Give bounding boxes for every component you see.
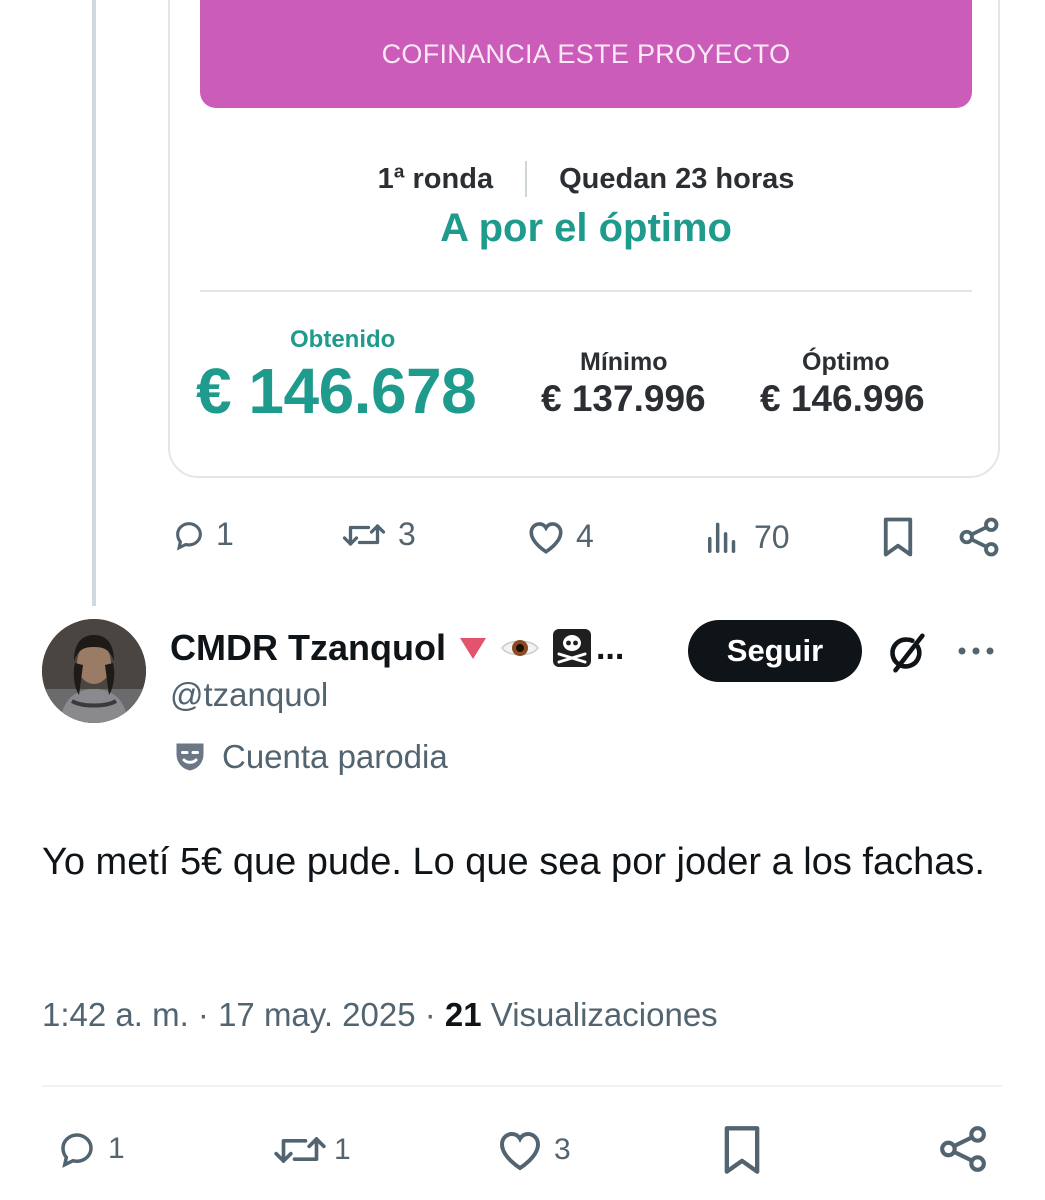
bookmark-icon xyxy=(883,517,913,557)
bookmark-button-top[interactable] xyxy=(880,516,916,558)
tweet-text: Yo metí 5€ que pude. Lo que sea por jode… xyxy=(42,841,985,883)
cofinance-button[interactable]: COFINANCIA ESTE PROYECTO xyxy=(200,0,972,108)
repost-icon xyxy=(274,1137,326,1163)
views-label: Visualizaciones xyxy=(481,996,718,1033)
grok-icon xyxy=(890,633,925,673)
reply-icon xyxy=(61,1133,93,1168)
reply-button-top[interactable]: 1 xyxy=(172,516,234,553)
views-button-top[interactable]: 70 xyxy=(704,518,790,556)
name-truncation: ... xyxy=(595,628,625,667)
bookmark-button[interactable] xyxy=(720,1124,764,1176)
round-separator xyxy=(525,161,528,197)
repost-count: 1 xyxy=(334,1133,351,1166)
metadata-divider xyxy=(42,1085,1002,1087)
views-count: 21 xyxy=(444,996,482,1033)
share-button-top[interactable] xyxy=(958,516,1000,558)
heart-icon xyxy=(499,1131,541,1171)
share-icon xyxy=(959,517,999,557)
skull-crossbones-icon xyxy=(552,629,591,667)
obtained-label: Obtenido xyxy=(290,326,396,353)
more-icon xyxy=(958,647,994,655)
reply-count: 1 xyxy=(108,1132,125,1165)
goal-heading: A por el óptimo xyxy=(440,206,732,250)
like-count-top: 4 xyxy=(576,518,594,554)
tweet-timestamp[interactable]: 1:42 a. m. · 17 may. 2025 · xyxy=(42,996,445,1033)
minimum-value: € 137.996 xyxy=(541,378,706,419)
grok-button[interactable] xyxy=(884,630,930,681)
like-count: 3 xyxy=(554,1133,571,1166)
views-icon xyxy=(708,522,736,553)
avatar[interactable] xyxy=(42,619,146,723)
share-icon xyxy=(940,1126,986,1172)
repost-button[interactable]: 1 xyxy=(270,1128,351,1172)
author-name[interactable]: CMDR Tzanquol xyxy=(170,627,446,669)
eye-icon xyxy=(501,640,539,656)
name-emojis xyxy=(458,628,592,668)
round-info: 1ª ronda Quedan 23 horas xyxy=(200,158,972,200)
parody-account-label: Cuenta parodia xyxy=(172,738,448,776)
minimum-label: Mínimo xyxy=(580,348,668,376)
author-handle[interactable]: @tzanquol xyxy=(170,676,328,714)
optimum-value: € 146.996 xyxy=(760,378,925,419)
like-button-top[interactable]: 4 xyxy=(526,518,594,555)
repost-button-top[interactable]: 3 xyxy=(340,516,416,553)
heart-icon xyxy=(529,521,563,554)
parody-mask-icon xyxy=(176,743,204,771)
red-triangle-icon xyxy=(459,638,486,659)
reply-count-top: 1 xyxy=(216,516,234,552)
card-divider xyxy=(200,290,972,292)
thread-line xyxy=(92,0,96,606)
parody-text: Cuenta parodia xyxy=(222,738,448,775)
reply-icon xyxy=(176,521,202,551)
round-label: 1ª ronda xyxy=(377,162,494,195)
follow-button[interactable]: Seguir xyxy=(688,620,862,682)
share-button[interactable] xyxy=(938,1124,988,1174)
reply-button[interactable]: 1 xyxy=(56,1128,125,1170)
time-left-label: Quedan 23 horas xyxy=(559,162,795,195)
optimum-label: Óptimo xyxy=(802,348,890,376)
like-button[interactable]: 3 xyxy=(496,1128,571,1172)
author-name-row[interactable]: CMDR Tzanquol ... xyxy=(170,626,624,670)
views-count-top: 70 xyxy=(754,518,790,555)
repost-count-top: 3 xyxy=(398,516,416,552)
more-options-button[interactable] xyxy=(955,630,997,677)
bookmark-icon xyxy=(724,1126,760,1174)
repost-icon xyxy=(342,523,386,546)
tweet-metadata: 1:42 a. m. · 17 may. 2025 · 21 Visualiza… xyxy=(42,996,718,1034)
obtained-value: € 146.678 xyxy=(196,355,477,427)
